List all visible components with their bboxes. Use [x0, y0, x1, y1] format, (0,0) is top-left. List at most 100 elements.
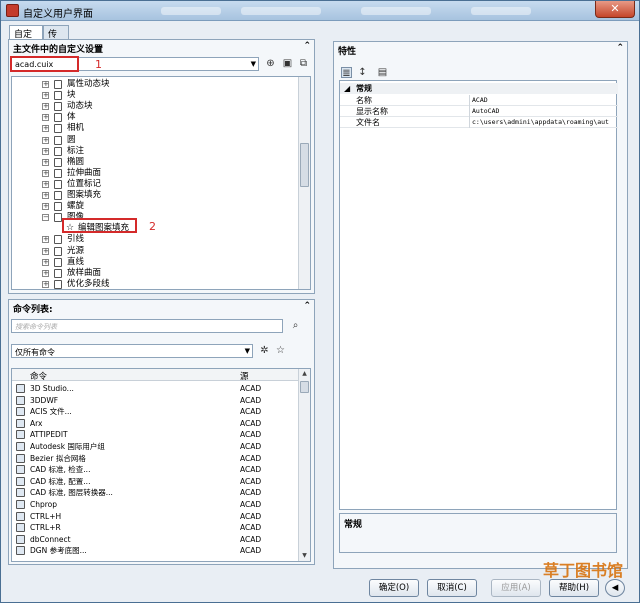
- tree-item[interactable]: + 椭圆: [12, 157, 298, 168]
- tree-scrollbar[interactable]: [298, 77, 310, 289]
- expand-node-icon[interactable]: +: [42, 258, 49, 266]
- collapse-icon[interactable]: ⌃: [303, 301, 311, 311]
- command-name: ACIS 文件...: [30, 407, 72, 417]
- expand-node-icon[interactable]: +: [42, 81, 49, 88]
- property-row[interactable]: 显示名称 AutoCAD: [340, 106, 618, 117]
- tree-item[interactable]: + 标注: [12, 146, 298, 157]
- new-command-icon[interactable]: ☆: [275, 345, 286, 356]
- expand-node-icon[interactable]: +: [42, 103, 49, 111]
- expand-node-icon[interactable]: +: [42, 180, 49, 188]
- command-search-input[interactable]: 搜索命令列表: [11, 319, 283, 333]
- tree-item[interactable]: + 引线: [12, 234, 298, 245]
- collapse-section-icon[interactable]: ◢: [344, 83, 350, 94]
- ok-button[interactable]: 确定(O): [369, 579, 419, 597]
- tree-item[interactable]: + 图案填充: [12, 190, 298, 201]
- expand-node-icon[interactable]: +: [42, 169, 49, 177]
- command-row[interactable]: ATTIPEDIT ACAD: [12, 429, 300, 441]
- tree-item[interactable]: + 体: [12, 112, 298, 123]
- command-row[interactable]: CTRL+H ACAD: [12, 511, 300, 523]
- collapse-icon[interactable]: ⌃: [616, 43, 624, 53]
- node-icon: [54, 102, 62, 112]
- command-name: CAD 标准, 图层转换器...: [30, 488, 113, 498]
- panel-title: 主文件中的自定义设置: [13, 45, 104, 55]
- tree-item[interactable]: + 放样曲面: [12, 268, 298, 279]
- expand-node-icon[interactable]: +: [42, 147, 49, 155]
- tree-item[interactable]: + 相机: [12, 123, 298, 134]
- command-row[interactable]: ACIS 文件... ACAD: [12, 406, 300, 418]
- help-button[interactable]: 帮助(H): [549, 579, 599, 597]
- load-file-icon[interactable]: ⊕: [265, 58, 276, 69]
- expand-node-icon[interactable]: +: [42, 92, 49, 100]
- collapse-icon[interactable]: ⌃: [303, 41, 311, 51]
- cancel-button[interactable]: 取消(C): [427, 579, 477, 597]
- command-row[interactable]: 3DDWF ACAD: [12, 395, 300, 407]
- scroll-thumb[interactable]: [300, 381, 309, 393]
- expand-node-icon[interactable]: +: [42, 114, 49, 122]
- tree-item[interactable]: + 属性动态块: [12, 79, 298, 90]
- command-row[interactable]: Arx ACAD: [12, 418, 300, 430]
- tree-item[interactable]: + 动态块: [12, 101, 298, 112]
- column-header-command[interactable]: 命令: [30, 370, 47, 382]
- command-icon: [16, 476, 25, 486]
- expand-node-icon[interactable]: +: [42, 125, 49, 133]
- property-row[interactable]: 名称 ACAD: [340, 95, 618, 106]
- chevron-down-icon: ▼: [250, 60, 256, 68]
- expand-node-icon[interactable]: +: [42, 236, 49, 244]
- expand-node-icon[interactable]: +: [42, 158, 49, 166]
- expand-node-icon[interactable]: +: [42, 136, 49, 144]
- close-button[interactable]: ✕: [595, 1, 635, 18]
- command-row[interactable]: Chprop ACAD: [12, 499, 300, 511]
- expand-node-icon[interactable]: +: [42, 247, 49, 255]
- property-value[interactable]: c:\users\admini\appdata\roaming\aut: [472, 117, 618, 128]
- tree-item[interactable]: + 块: [12, 90, 298, 101]
- tree-item[interactable]: + 螺旋: [12, 201, 298, 212]
- expand-node-icon[interactable]: +: [42, 269, 49, 277]
- description-pane: 常规: [339, 513, 617, 553]
- command-filter-dropdown[interactable]: 仅所有命令 ▼: [11, 344, 253, 358]
- tree-item[interactable]: + 拉伸曲面: [12, 168, 298, 179]
- property-row[interactable]: 文件名 c:\users\admini\appdata\roaming\aut: [340, 117, 618, 128]
- command-row[interactable]: Autodesk 国际用户组 ACAD: [12, 441, 300, 453]
- expand-node-icon[interactable]: +: [42, 280, 49, 288]
- command-scrollbar[interactable]: ▲ ▼: [298, 369, 310, 561]
- find-command-icon[interactable]: ✲: [259, 345, 270, 356]
- command-source: ACAD: [240, 534, 262, 544]
- command-row[interactable]: DGN 参考底图... ACAD: [12, 545, 300, 557]
- column-header-source[interactable]: 源: [240, 370, 249, 382]
- command-row[interactable]: dbConnect ACAD: [12, 534, 300, 546]
- tree-item[interactable]: + 圆: [12, 135, 298, 146]
- command-row[interactable]: Bezier 拟合网格 ACAD: [12, 453, 300, 465]
- tree-item[interactable]: + 直线: [12, 257, 298, 268]
- transfer-icon[interactable]: ⧉: [298, 58, 309, 69]
- tab-transfer[interactable]: 传输: [43, 25, 69, 53]
- blurred-background: [161, 7, 221, 15]
- command-row[interactable]: CAD 标准, 配置... ACAD: [12, 476, 300, 488]
- scroll-thumb[interactable]: [300, 143, 309, 187]
- scroll-down-icon[interactable]: ▼: [299, 551, 310, 561]
- property-value[interactable]: ACAD: [472, 95, 618, 106]
- blurred-background: [241, 7, 321, 15]
- expand-node-icon[interactable]: +: [42, 192, 49, 199]
- command-row[interactable]: CAD 标准, 图层转换器... ACAD: [12, 487, 300, 499]
- tab-customize[interactable]: 自定义: [9, 25, 43, 53]
- apply-button[interactable]: 应用(A): [491, 579, 541, 597]
- alphabetical-icon[interactable]: ↕: [357, 67, 368, 78]
- tree-item-label: 放样曲面: [67, 267, 102, 278]
- back-arrow-icon[interactable]: ◀: [605, 579, 625, 597]
- tree-item[interactable]: + 优化多段线: [12, 279, 298, 289]
- property-section[interactable]: ◢ 常规: [340, 83, 618, 94]
- property-value[interactable]: AutoCAD: [472, 106, 618, 117]
- tree-item[interactable]: + 光源: [12, 246, 298, 257]
- command-row[interactable]: CTRL+R ACAD: [12, 522, 300, 534]
- scroll-up-icon[interactable]: ▲: [299, 369, 310, 379]
- command-row[interactable]: 3D Studio... ACAD: [12, 383, 300, 395]
- search-icon[interactable]: ⌕: [290, 320, 301, 331]
- customization-tree: + 属性动态块 + 块 + 动态块 + 体 + 相机 + 圆 + 标注 + 椭圆 + 拉伸曲面 + 位置标记 + 图案填充…: [11, 76, 311, 290]
- expand-node-icon[interactable]: +: [42, 203, 49, 211]
- categorized-icon[interactable]: ≣: [341, 67, 352, 79]
- save-icon[interactable]: ▣: [282, 58, 293, 69]
- property-pages-icon[interactable]: ▤: [377, 67, 388, 78]
- command-row[interactable]: CAD 标准, 检查... ACAD: [12, 464, 300, 476]
- collapse-node-icon[interactable]: −: [42, 214, 49, 222]
- tree-item[interactable]: + 位置标记: [12, 179, 298, 190]
